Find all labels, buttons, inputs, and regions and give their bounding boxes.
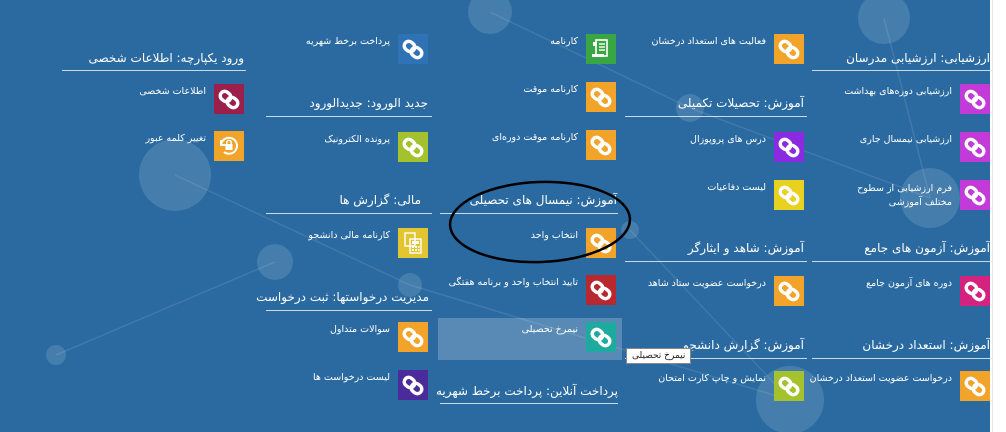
tile-transcript[interactable] [586,34,616,64]
tile-finance-card[interactable] [398,228,428,258]
tile-talent-activities[interactable] [774,34,804,64]
tile-label-comprehensive-exam[interactable]: دوره های آزمون جامع [866,278,952,290]
link-icon [776,36,802,62]
tile-course-selection[interactable] [586,228,616,258]
tile-exam-card[interactable] [774,371,804,401]
tile-label-change-password[interactable]: تغییر کلمه عبور [145,133,206,145]
section-divider [266,213,432,214]
link-icon [962,182,988,208]
tile-label-personal-info[interactable]: اطلاعات شخصی [139,86,206,98]
tile-label-defense-list[interactable]: لیست دفاعیات [707,182,766,194]
tile-label-academic-profile[interactable]: نیمرخ تحصیلی [522,324,578,336]
link-icon [776,373,802,399]
link-icon [588,230,614,256]
tile-faq[interactable] [398,322,428,352]
link-icon [400,134,426,160]
tile-confirm-selection[interactable] [586,275,616,305]
section-title-student-report: آموزش: گزارش دانشجو [683,338,804,352]
link-icon [776,278,802,304]
tile-label-confirm-selection[interactable]: تایید انتخاب واحد و برنامه هفتگی [449,277,578,289]
calculator-icon [400,230,426,256]
link-icon [400,372,426,398]
tile-label-faq[interactable]: سوالات متداول [330,324,390,336]
link-icon [776,134,802,160]
link-icon [588,84,614,110]
section-divider [440,213,618,214]
tile-defense-list[interactable] [774,180,804,210]
section-title-requests: مدیریت درخواستها: ثبت درخواست [256,290,429,304]
tile-label-witness-membership[interactable]: درخواست عضویت ستاد شاهد [648,278,766,290]
portal-dashboard: ورود یکپارچه: اطلاعات شخصی جدید الورود: … [0,0,1006,432]
link-icon [216,86,242,112]
section-divider [266,116,432,117]
tile-change-password[interactable] [214,131,244,161]
section-title-personal-info: ورود یکپارچه: اطلاعات شخصی [88,51,244,65]
tile-witness-membership[interactable] [774,276,804,306]
tile-pay-tuition[interactable] [398,34,428,64]
section-title-semesters: آموزش: نیمسال های تحصیلی [469,193,617,207]
tile-label-finance-card[interactable]: کارنامه مالی دانشجو [308,230,390,242]
tile-label-talent-activities[interactable]: فعالیت های استعداد درخشان [652,36,766,48]
tile-temp-transcript[interactable] [586,82,616,112]
tile-request-list[interactable] [398,370,428,400]
section-divider [62,70,246,71]
document-icon [588,36,614,62]
tile-comprehensive-exam[interactable] [960,276,990,306]
link-icon [962,278,988,304]
link-icon [776,182,802,208]
tile-electronic-file[interactable] [398,132,428,162]
section-title-comprehensive-exam: آموزش: آزمون های جامع [864,241,990,255]
section-title-graduate: آموزش: تحصیلات تکمیلی [677,96,804,110]
tile-label-health-evaluation[interactable]: ارزشیابی دوره‌های بهداشت [844,86,952,98]
tile-multilevel-evaluation[interactable] [960,180,990,210]
section-divider [812,261,990,262]
tile-label-exam-card[interactable]: نمایش و چاپ کارت امتحان [658,373,766,385]
link-icon [588,132,614,158]
tile-temp-transcript-periodic[interactable] [586,130,616,160]
tile-label-pay-tuition[interactable]: پرداخت برخط شهریه [306,36,390,48]
tile-label-multilevel-evaluation[interactable]: فرم ارزشیابی از سطوح مختلف آموزشی [834,182,952,210]
section-divider [812,358,990,359]
section-title-new-entry: جدید الورود: جدیدالورود [309,96,428,110]
tile-label-talent-membership[interactable]: درخواست عضویت استعداد درخشان [810,373,952,385]
link-icon [962,86,988,112]
page-scrollbar-thumb[interactable] [992,0,1005,432]
tile-label-temp-transcript-periodic[interactable]: کارنامه موقت دوره‌ای [492,132,578,144]
hover-tooltip: نیمرخ تحصیلی [626,348,692,364]
lock-refresh-icon [216,133,242,159]
tile-health-evaluation[interactable] [960,84,990,114]
tile-label-current-semester-evaluation[interactable]: ارزشیابی نیمسال جاری [860,134,952,146]
section-divider [625,116,807,117]
tile-label-proposal-courses[interactable]: درس های پروپوزال [690,134,766,146]
link-icon [400,36,426,62]
section-divider [266,310,432,311]
section-title-evaluation: ارزشیابی: ارزشیابی مدرسان [846,51,990,65]
tile-academic-profile[interactable] [586,322,616,352]
section-divider [812,70,990,71]
tile-proposal-courses[interactable] [774,132,804,162]
tile-personal-info[interactable] [214,84,244,114]
tile-label-transcript[interactable]: کارنامه [550,36,578,48]
section-title-online-payment: پرداخت آنلاین: پرداخت برخط شهریه [435,384,618,398]
link-icon [588,277,614,303]
tile-label-course-selection[interactable]: انتخاب واحد [531,230,578,242]
section-divider [440,403,618,404]
tile-talent-membership[interactable] [960,371,990,401]
link-icon [588,324,614,350]
section-title-finance: مالی: گزارش ها [339,193,421,207]
link-icon [400,324,426,350]
tile-current-semester-evaluation[interactable] [960,132,990,162]
section-title-talent: آموزش: استعداد درخشان [862,338,990,352]
section-divider [625,261,807,262]
link-icon [962,373,988,399]
tile-label-temp-transcript[interactable]: کارنامه موقت [523,84,578,96]
tile-label-request-list[interactable]: لیست درخواست ها [313,372,390,384]
tile-label-electronic-file[interactable]: پرونده الکترونیک [324,134,390,146]
section-title-witness: آموزش: شاهد و ایثارگر [687,241,804,255]
link-icon [962,134,988,160]
